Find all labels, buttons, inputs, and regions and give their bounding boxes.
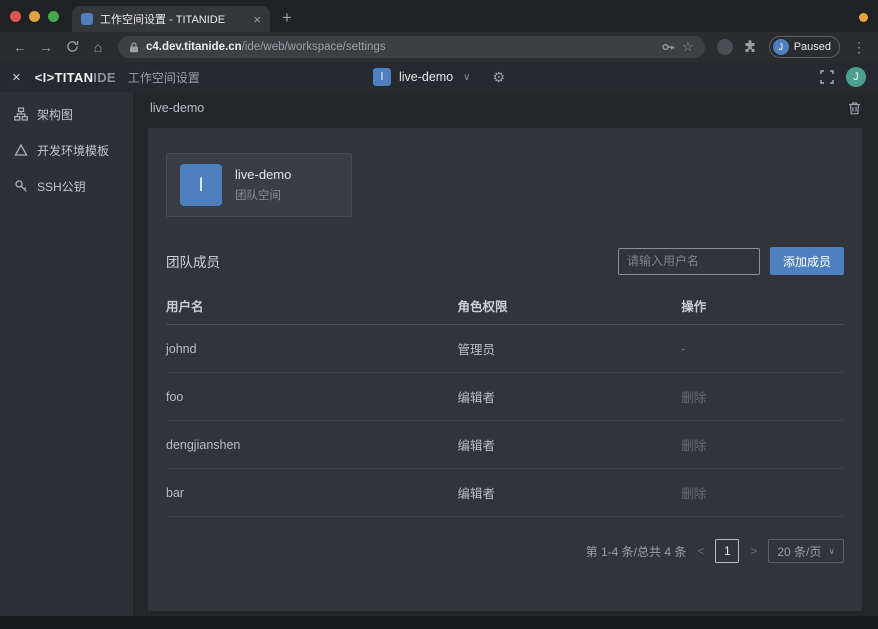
sidebar-item-ssh-key[interactable]: SSH公钥 — [0, 168, 133, 204]
sidebar-item-label: 架构图 — [37, 106, 73, 123]
pagination-summary: 第 1-4 条/总共 4 条 — [586, 543, 687, 560]
app-header: × <I>TITANIDE 工作空间设置 l live-demo ∨ ⚙ J — [0, 62, 878, 92]
user-avatar[interactable]: J — [846, 67, 866, 87]
table-row: johnd 管理员 - — [166, 325, 844, 373]
column-header-username: 用户名 — [166, 296, 458, 315]
workspace-card-icon: l — [180, 164, 222, 206]
next-page-icon[interactable]: > — [748, 544, 759, 558]
url-path: /ide/web/workspace/settings — [242, 41, 386, 53]
forward-icon[interactable]: → — [34, 40, 58, 54]
pagination: 第 1-4 条/总共 4 条 < 1 > 20 条/页 ∨ — [166, 539, 844, 563]
sidebar-item-dev-template[interactable]: 开发环境模板 — [0, 132, 133, 168]
tab-favicon-icon — [81, 13, 93, 25]
lock-icon[interactable] — [129, 42, 139, 53]
browser-tab-strip: 工作空间设置 - TITANIDE × + — [0, 0, 878, 32]
table-row: foo 编辑者 删除 — [166, 373, 844, 421]
sidebar-item-architecture[interactable]: 架构图 — [0, 96, 133, 132]
sidebar-item-label: 开发环境模板 — [37, 142, 109, 159]
delete-member-link[interactable]: 删除 — [681, 435, 844, 454]
table-row: dengjianshen 编辑者 删除 — [166, 421, 844, 469]
chevron-down-icon: ∨ — [828, 546, 835, 557]
delete-member-link[interactable]: 删除 — [681, 483, 844, 502]
workspace-icon: l — [373, 68, 391, 86]
delete-member-link[interactable]: 删除 — [681, 387, 844, 406]
page-size-value: 20 条/页 — [777, 543, 821, 560]
home-icon[interactable]: ⌂ — [86, 40, 110, 54]
url-host: c4.dev.titanide.cn — [146, 41, 242, 53]
cell-role: 编辑者 — [458, 435, 682, 454]
architecture-diagram-icon — [14, 107, 28, 121]
app-logo: <I>TITANIDE — [35, 70, 116, 85]
previous-page-icon[interactable]: < — [695, 544, 706, 558]
logo-titan: TITAN — [54, 70, 93, 85]
sidebar: 架构图 开发环境模板 SSH公钥 — [0, 92, 133, 629]
column-header-action: 操作 — [681, 296, 844, 315]
page-title: 工作空间设置 — [128, 69, 200, 86]
zoom-window-button[interactable] — [48, 11, 59, 22]
password-key-icon[interactable] — [661, 40, 675, 54]
cell-username: dengjianshen — [166, 438, 458, 452]
app-close-icon[interactable]: × — [12, 69, 21, 86]
cell-role: 管理员 — [458, 339, 682, 358]
close-window-button[interactable] — [10, 11, 21, 22]
workspace-card-type: 团队空间 — [235, 187, 291, 203]
tab-title: 工作空间设置 - TITANIDE — [100, 11, 246, 27]
workspace-card: l live-demo 团队空间 — [166, 153, 352, 217]
template-icon — [14, 143, 28, 157]
main-content: live-demo l live-demo 团队空间 团队成员 添加成员 — [133, 92, 878, 629]
back-icon[interactable]: ← — [8, 40, 32, 54]
settings-panel: l live-demo 团队空间 团队成员 添加成员 用户名 角色权限 操作 j… — [148, 128, 862, 611]
cell-username: foo — [166, 390, 458, 404]
workspace-name: live-demo — [399, 70, 453, 84]
table-row: bar 编辑者 删除 — [166, 469, 844, 517]
cell-role: 编辑者 — [458, 483, 682, 502]
cell-username: johnd — [166, 342, 458, 356]
tab-close-icon[interactable]: × — [253, 13, 261, 26]
address-bar[interactable]: c4.dev.titanide.cn/ide/web/workspace/set… — [118, 36, 705, 58]
column-header-role: 角色权限 — [458, 296, 682, 315]
table-header-row: 用户名 角色权限 操作 — [166, 287, 844, 325]
extensions-puzzle-icon[interactable] — [743, 40, 757, 54]
cell-username: bar — [166, 486, 458, 500]
page-size-select[interactable]: 20 条/页 ∨ — [768, 539, 844, 563]
browser-update-indicator-icon[interactable] — [859, 13, 868, 22]
header-right-group: J — [820, 67, 866, 87]
sidebar-item-label: SSH公钥 — [37, 178, 86, 195]
chevron-down-icon[interactable]: ∨ — [463, 72, 470, 83]
key-icon — [14, 179, 28, 193]
content-header: live-demo — [133, 92, 878, 124]
username-input[interactable] — [618, 248, 760, 275]
paused-label: Paused — [794, 41, 831, 53]
extension-icon[interactable] — [717, 39, 733, 55]
gear-icon[interactable]: ⚙ — [492, 69, 505, 86]
workspace-card-name: live-demo — [235, 167, 291, 182]
logo-mark: <I> — [35, 70, 55, 85]
browser-menu-icon[interactable]: ⋮ — [848, 39, 870, 56]
cell-role: 编辑者 — [458, 387, 682, 406]
workspace-card-info: live-demo 团队空间 — [235, 167, 291, 203]
delete-workspace-trash-icon[interactable] — [848, 101, 861, 115]
fullscreen-icon[interactable] — [820, 70, 834, 84]
workspace-selector[interactable]: l live-demo ∨ ⚙ — [373, 68, 505, 86]
logo-ide: IDE — [93, 70, 116, 85]
app-body: 架构图 开发环境模板 SSH公钥 live-demo — [0, 92, 878, 629]
browser-tab[interactable]: 工作空间设置 - TITANIDE × — [72, 6, 270, 32]
url-text[interactable]: c4.dev.titanide.cn/ide/web/workspace/set… — [146, 41, 654, 53]
window-controls — [10, 0, 72, 32]
cell-action: - — [681, 342, 844, 356]
members-bar: 团队成员 添加成员 — [166, 247, 844, 275]
new-tab-button[interactable]: + — [282, 8, 292, 28]
browser-toolbar: ← → ⌂ c4.dev.titanide.cn/ide/web/workspa… — [0, 32, 878, 62]
breadcrumb: live-demo — [150, 101, 204, 115]
members-section-title: 团队成员 — [166, 251, 220, 271]
current-page-button[interactable]: 1 — [715, 539, 739, 563]
bottom-strip — [0, 616, 878, 629]
profile-paused-badge[interactable]: J Paused — [769, 36, 840, 58]
minimize-window-button[interactable] — [29, 11, 40, 22]
bookmark-star-icon[interactable]: ☆ — [682, 39, 694, 55]
reload-icon[interactable] — [60, 40, 84, 55]
profile-avatar: J — [773, 39, 789, 55]
add-member-button[interactable]: 添加成员 — [770, 247, 844, 275]
